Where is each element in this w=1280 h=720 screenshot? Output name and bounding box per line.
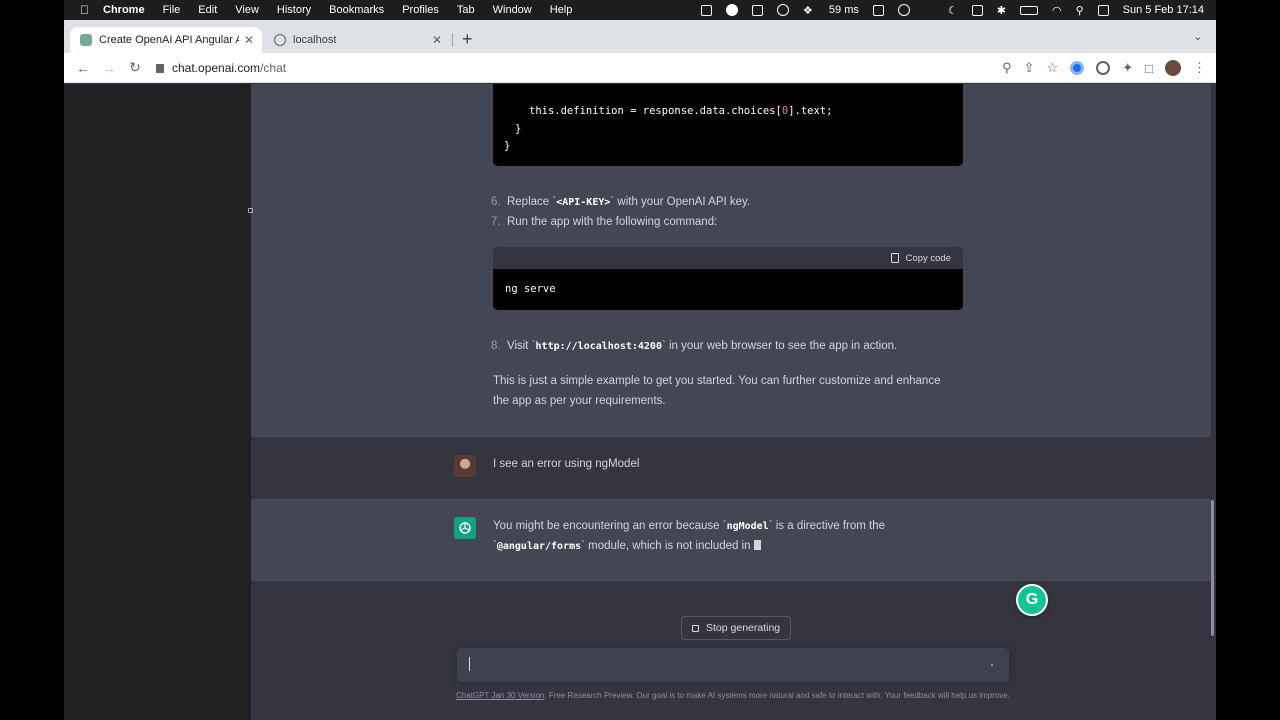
tab-search-icon[interactable]: ⌄ [1194,32,1202,43]
screen-record-icon[interactable] [751,4,763,16]
menu-tab[interactable]: Tab [457,4,475,16]
menu-history[interactable]: History [277,4,311,16]
share-icon[interactable]: ⇪ [1024,60,1035,76]
tab-divider [452,33,453,47]
apple-menu-icon[interactable]:  [80,3,89,17]
moon-icon[interactable]: ☾ [948,4,958,17]
assistant-reply-line-2: `@angular/forms` module, which is not in… [493,540,761,552]
user-message-text: I see an error using ngModel [493,458,640,470]
mouse-pointer [248,208,253,213]
menu-file[interactable]: File [163,4,181,16]
dropbox-icon[interactable]: ❖ [803,4,815,17]
battery-icon[interactable] [1019,5,1038,15]
chatgpt-page: this.definition = response.data.choices[… [64,84,1216,720]
text-caret [469,657,470,671]
zoom-icon[interactable]: ⚲ [1002,60,1012,76]
chatgpt-avatar [454,517,476,539]
assistant-message-current: You might be encountering an error becau… [251,499,1211,581]
reload-icon[interactable]: ↻ [122,59,148,76]
browser-toolbar: ← → ↻ chat.openai.com/chat ⚲ ⇪ ☆ ✦ □ ⋮ [64,53,1216,83]
tab-title: Create OpenAI API Angular Ap [99,34,239,46]
extension-blue-icon[interactable] [1070,61,1085,75]
extensions-puzzle-icon[interactable]: ✦ [1122,60,1133,76]
side-panel-icon[interactable]: □ [1145,61,1153,76]
assistant-message-previous: this.definition = response.data.choices[… [251,84,1211,437]
clipboard-icon [890,253,899,263]
keyboard-input-icon[interactable] [971,4,983,16]
grammarly-status-icon[interactable] [872,4,884,16]
forward-icon[interactable]: → [96,60,122,76]
scrollbar[interactable] [1211,500,1214,636]
latency-readout: 59 ms [828,4,859,16]
macos-menu-bar:  Chrome File Edit View History Bookmark… [64,0,1216,20]
version-link[interactable]: ChatGPT Jan 30 Version [456,691,544,700]
menu-window[interactable]: Window [493,4,532,16]
lock-icon[interactable] [156,64,164,73]
grammarly-button[interactable]: G [1016,584,1048,616]
summary-line-2: the app as per your requirements. [493,395,666,407]
back-icon[interactable]: ← [70,60,96,76]
code-line: } [504,140,511,152]
tab-strip: Create OpenAI API Angular Ap ✕ localhost… [64,20,1216,53]
menu-edit[interactable]: Edit [198,4,217,16]
footer-disclaimer: ChatGPT Jan 30 Version. Free Research Pr… [418,691,1048,700]
clock[interactable]: Sun 5 Feb 17:14 [1123,4,1204,16]
tab-title: localhost [293,34,337,46]
code-block-header: Copy code [493,247,963,269]
onepassword-icon[interactable] [776,4,789,16]
code-block-shell: Copy code ng serve [493,247,963,310]
spotlight-search-icon[interactable]: ⚲ [1076,4,1084,17]
code-line: ng serve [505,283,556,295]
code-line: this.definition = response.data.choices[ [529,105,782,117]
profile-avatar[interactable] [1165,60,1181,76]
code-block-typescript: this.definition = response.data.choices[… [493,84,963,166]
sidebar [64,84,251,720]
new-tab-icon[interactable]: + [462,30,473,48]
tab-localhost[interactable]: localhost ✕ [264,27,450,53]
footer-text: . Free Research Preview. Our goal is to … [544,691,1010,700]
telegram-icon[interactable] [725,4,738,16]
tab-chatgpt[interactable]: Create OpenAI API Angular Ap ✕ [70,27,262,53]
extension-g-icon[interactable] [1096,61,1111,75]
copy-code-button[interactable]: Copy code [906,253,951,264]
menu-view[interactable]: View [235,4,259,16]
stop-icon [692,624,699,632]
more-menu-icon[interactable]: ⋮ [1193,60,1206,76]
globe-icon [274,34,286,46]
code-line: } [515,123,522,135]
step-7: 7. Run the app with the following comman… [491,216,718,228]
code-line: ].text; [788,105,833,117]
calendar-icon[interactable] [700,4,712,16]
bluetooth-icon[interactable]: ✱ [997,4,1006,17]
url-path: /chat [260,60,287,75]
user-avatar [454,455,476,477]
wifi-icon[interactable]: ◠ [1052,4,1062,17]
close-icon[interactable]: ✕ [244,33,254,47]
assistant-reply-line-1: You might be encountering an error becau… [493,520,886,532]
bookmark-star-icon[interactable]: ☆ [1047,60,1059,76]
user-message: I see an error using ngModel [251,437,1211,499]
menu-bookmarks[interactable]: Bookmarks [329,4,384,16]
screen:  Chrome File Edit View History Bookmark… [64,0,1216,720]
menu-help[interactable]: Help [550,4,573,16]
url-host: chat.openai.com [172,60,261,75]
g-icon[interactable] [897,4,910,16]
menu-app-name[interactable]: Chrome [103,4,145,16]
step-8: 8. Visit `http://localhost:4200` in your… [491,340,898,352]
send-icon[interactable] [991,664,993,666]
openai-logo-icon [459,522,471,534]
address-bar[interactable]: chat.openai.com/chat [156,56,286,80]
chatgpt-icon [80,34,92,46]
control-center-icon[interactable] [1097,4,1109,16]
prompt-input[interactable] [457,648,1009,682]
summary-line-1: This is just a simple example to get you… [493,375,941,387]
streaming-cursor [753,540,761,550]
close-icon[interactable]: ✕ [432,33,442,47]
menu-profiles[interactable]: Profiles [402,4,439,16]
stop-generating-button[interactable]: Stop generating [681,616,792,640]
step-6: 6. Replace `<API-KEY>` with your OpenAI … [491,196,751,208]
stop-generating-label: Stop generating [706,622,781,634]
